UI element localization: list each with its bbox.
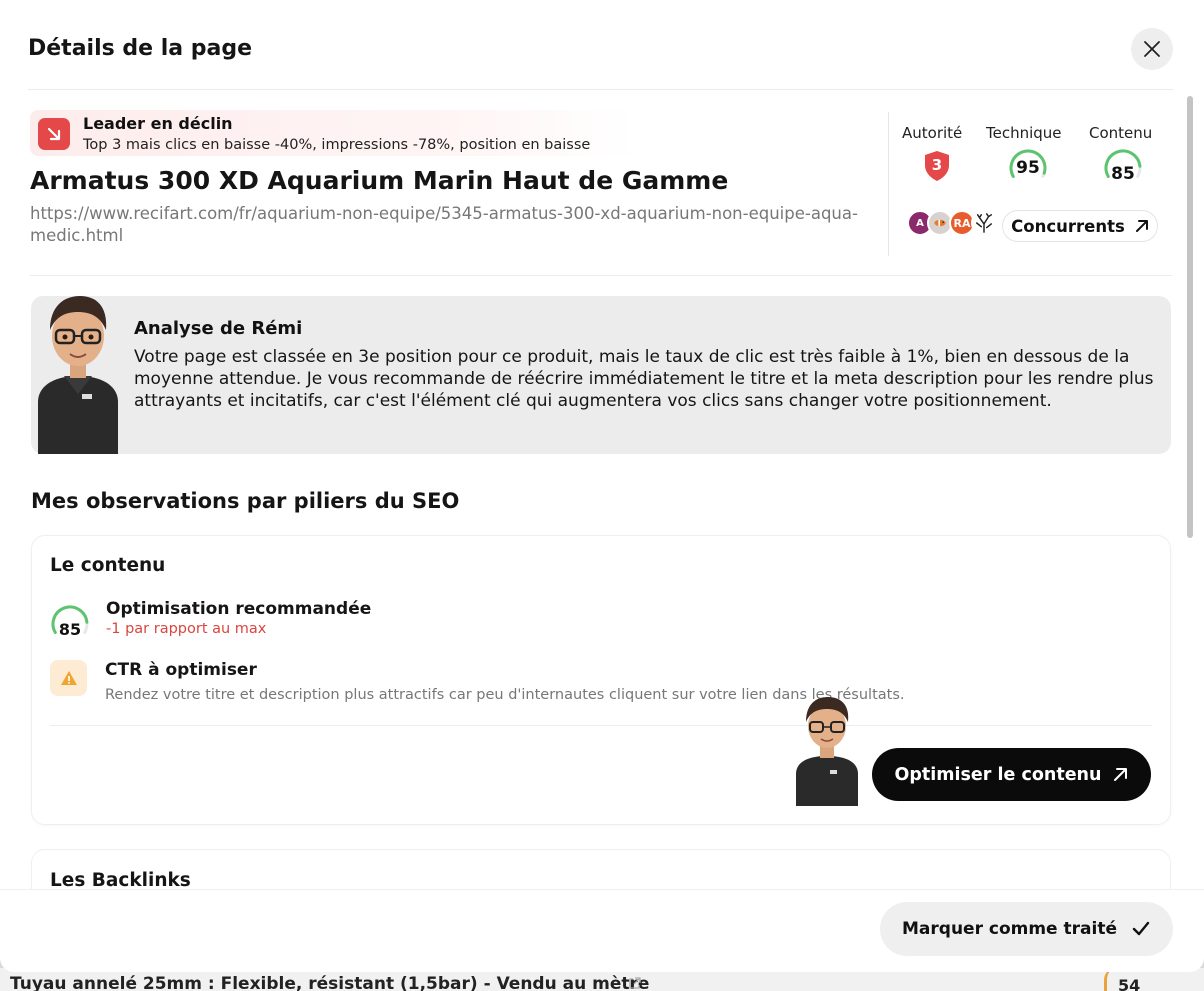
observations-title: Mes observations par piliers du SEO: [31, 489, 460, 513]
background-row-title: Tuyau annelé 25mm : Flexible, résistant …: [10, 974, 650, 991]
modal-scroll-area[interactable]: Leader en déclin Top 3 mais clics en bai…: [0, 90, 1204, 889]
optimisation-subtitle: -1 par rapport au max: [106, 621, 267, 637]
ctr-title: CTR à optimiser: [105, 660, 257, 680]
analysis-title: Analyse de Rémi: [134, 318, 303, 339]
optimize-content-label: Optimiser le contenu: [894, 764, 1102, 785]
checkmark-icon: [1132, 921, 1150, 936]
content-pillar-score: 85: [58, 620, 82, 639]
authority-value: 3: [931, 156, 943, 174]
coral-logo-avatar: [971, 210, 997, 236]
coral-icon: [976, 213, 992, 233]
remi-avatar: [38, 296, 118, 454]
content-value: 85: [1111, 164, 1135, 184]
background-row-score: 54: [1118, 976, 1141, 991]
optimize-content-button[interactable]: Optimiser le contenu: [872, 748, 1151, 801]
content-score: Contenu: [1089, 124, 1152, 142]
warning-icon: [60, 671, 77, 685]
warning-badge: [50, 660, 87, 696]
page-details-modal: Détails de la page Leader en déclin Top …: [0, 0, 1204, 972]
external-link-icon: [629, 977, 641, 989]
mark-as-done-label: Marquer comme traité: [902, 919, 1117, 939]
mark-as-done-button[interactable]: Marquer comme traité: [880, 902, 1173, 956]
competitors-button-label: Concurrents: [1011, 216, 1125, 236]
status-description: Top 3 mais clics en baisse -40%, impress…: [83, 137, 591, 153]
technical-score: Technique: [986, 124, 1062, 142]
ctr-description: Rendez votre titre et description plus a…: [105, 687, 905, 703]
competitors-button[interactable]: Concurrents: [1002, 210, 1158, 242]
pillar-divider: [50, 725, 1152, 726]
arrow-up-right-icon: [1135, 220, 1148, 232]
content-pillar-title: Le contenu: [50, 555, 166, 576]
modal-title: Détails de la page: [28, 36, 253, 61]
status-banner: Leader en déclin Top 3 mais clics en bai…: [30, 110, 636, 156]
footer-divider: [0, 889, 1204, 890]
backlinks-pillar-title: Les Backlinks: [50, 870, 191, 889]
scrollbar[interactable]: [1187, 96, 1193, 538]
remi-avatar-small: [796, 697, 858, 806]
arrow-up-right-icon: [1114, 768, 1128, 781]
technical-label: Technique: [986, 124, 1062, 142]
competitor-avatars[interactable]: A RA: [907, 210, 1003, 240]
authority-score: Autorité: [902, 124, 962, 142]
trend-down-icon: [38, 118, 70, 150]
page-heading: Armatus 300 XD Aquarium Marin Haut de Ga…: [30, 166, 729, 195]
technical-value: 95: [1016, 158, 1040, 178]
page-url[interactable]: https://www.recifart.com/fr/aquarium-non…: [30, 203, 870, 247]
close-button[interactable]: [1131, 28, 1173, 70]
close-icon: [1144, 41, 1160, 57]
status-title: Leader en déclin: [83, 114, 233, 133]
backlinks-pillar-card: [31, 849, 1171, 889]
authority-label: Autorité: [902, 124, 963, 142]
optimisation-title: Optimisation recommandée: [106, 599, 372, 619]
section-divider: [30, 275, 1172, 276]
content-label: Contenu: [1089, 124, 1153, 142]
analysis-text: Votre page est classée en 3e position po…: [134, 347, 1154, 411]
scores-divider: [888, 112, 889, 256]
